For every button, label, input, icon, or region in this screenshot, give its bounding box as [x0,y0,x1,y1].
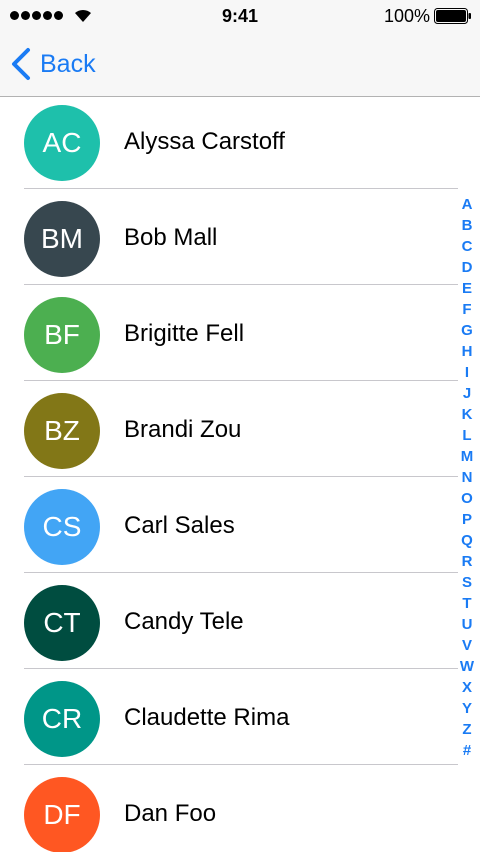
index-letter[interactable]: M [461,446,474,467]
index-letter[interactable]: T [462,593,471,614]
avatar: CT [24,585,100,661]
contact-row[interactable]: CR Claudette Rima [0,673,458,769]
row-separator [24,380,458,381]
index-letter[interactable]: W [460,656,474,677]
contact-row[interactable]: BZ Brandi Zou [0,385,458,481]
avatar: CR [24,681,100,757]
battery-percentage: 100% [383,6,430,26]
index-letter[interactable]: B [462,215,473,236]
index-letter[interactable]: Y [462,698,472,719]
index-letter[interactable]: R [462,551,473,572]
index-letter[interactable]: F [462,299,471,320]
index-letter[interactable]: V [462,635,472,656]
index-letter[interactable]: N [462,467,473,488]
avatar: BZ [24,393,100,469]
contact-name: Alyssa Carstoff [124,128,285,155]
index-letter[interactable]: I [465,362,469,383]
contact-name: Dan Foo [124,800,217,827]
avatar: CS [24,489,100,565]
index-letter[interactable]: U [462,614,473,635]
avatar: DF [24,777,100,852]
section-index-bar[interactable]: A B C D E F G H I J K L M N O P Q R S T … [458,194,476,761]
avatar: BM [24,201,100,277]
back-button[interactable]: Back [10,46,96,82]
row-separator [24,476,458,477]
navigation-bar: Back [0,32,480,97]
contact-name: Carl Sales [124,512,235,539]
back-label: Back [40,49,96,78]
avatar: BF [24,297,100,373]
contact-row[interactable]: AC Alyssa Carstoff [0,97,458,193]
index-letter[interactable]: P [462,509,472,530]
index-letter[interactable]: Z [462,719,471,740]
contact-name: Claudette Rima [124,704,290,731]
contact-name: Brandi Zou [124,416,242,443]
row-separator [24,764,458,765]
row-separator [24,284,458,285]
contact-name: Candy Tele [124,608,244,635]
index-letter[interactable]: K [462,404,473,425]
index-letter[interactable]: E [462,278,472,299]
index-letter[interactable]: A [462,194,473,215]
contact-row[interactable]: CS Carl Sales [0,481,458,577]
contact-row[interactable]: CT Candy Tele [0,577,458,673]
index-letter[interactable]: G [461,320,473,341]
index-letter[interactable]: O [461,488,473,509]
index-letter[interactable]: # [463,740,471,761]
index-letter[interactable]: L [462,425,471,446]
contact-row[interactable]: BF Brigitte Fell [0,289,458,385]
contact-row[interactable]: BM Bob Mall [0,193,458,289]
contact-list: AC Alyssa Carstoff BM Bob Mall BF Brigit… [0,97,458,852]
row-separator [24,572,458,573]
chevron-left-icon [12,48,30,80]
index-letter[interactable]: H [462,341,473,362]
index-letter[interactable]: S [462,572,472,593]
index-letter[interactable]: Q [461,530,473,551]
row-separator [24,188,458,189]
contact-row[interactable]: DF Dan Foo [0,769,458,852]
contact-name: Bob Mall [124,224,218,251]
row-separator [24,668,458,669]
contact-name: Brigitte Fell [124,320,245,347]
index-letter[interactable]: X [462,677,472,698]
status-bar: 9:41 100% [0,0,480,32]
index-letter[interactable]: J [463,383,471,404]
index-letter[interactable]: C [462,236,473,257]
battery-icon [434,8,471,24]
avatar: AC [24,105,100,181]
index-letter[interactable]: D [462,257,473,278]
